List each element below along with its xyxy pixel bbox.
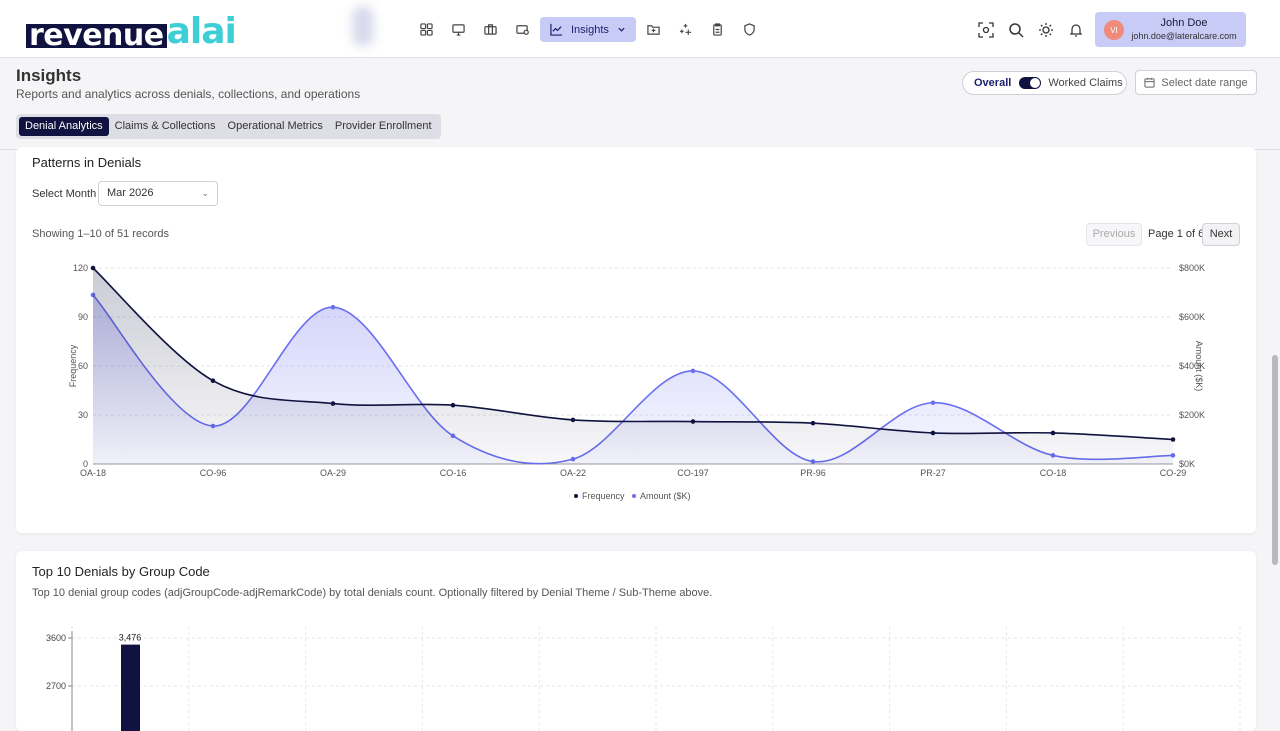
page-title: Insights bbox=[16, 66, 82, 85]
toggle-label-overall: Overall bbox=[974, 77, 1012, 89]
y2-axis-label: Amount ($K) bbox=[1194, 341, 1204, 392]
toggle-label-worked: Worked Claims bbox=[1048, 77, 1123, 89]
y-tick-label: 3600 bbox=[46, 633, 66, 643]
top-denials-bar-chart: 2700 3600 3,476 bbox=[46, 626, 1241, 731]
search-icon[interactable] bbox=[1005, 17, 1027, 42]
y-axis-label: Frequency bbox=[68, 344, 78, 387]
page-scrollbar[interactable] bbox=[1272, 355, 1278, 565]
monitor-icon[interactable] bbox=[442, 17, 474, 42]
tab-claims-collections[interactable]: Claims & Collections bbox=[109, 117, 222, 136]
month-select[interactable]: Mar 2026 ⌄ bbox=[98, 181, 218, 206]
user-menu[interactable]: VI John Doe john.doe@lateralcare.com bbox=[1095, 12, 1246, 47]
tab-operational-metrics[interactable]: Operational Metrics bbox=[222, 117, 329, 136]
logo-text-revenue: revenue bbox=[26, 21, 167, 51]
x-tick-label: OA-18 bbox=[80, 468, 106, 478]
y-tick-label: 90 bbox=[78, 312, 88, 322]
scan-icon[interactable] bbox=[975, 17, 997, 42]
insights-tabs: Denial Analytics Claims & Collections Op… bbox=[16, 114, 441, 139]
blurred-element bbox=[352, 6, 374, 46]
denial-patterns-chart: 0306090120$0K$200K$400K$600K$800KFrequen… bbox=[68, 263, 1205, 501]
user-email: john.doe@lateralcare.com bbox=[1131, 31, 1237, 41]
x-tick-label: OA-29 bbox=[320, 468, 346, 478]
y-tick-label: 2700 bbox=[46, 681, 66, 691]
top-10-denials-card: Top 10 Denials by Group Code Top 10 deni… bbox=[16, 551, 1256, 731]
sparkles-icon[interactable] bbox=[670, 17, 702, 42]
revenue-alai-logo[interactable]: revenue alai bbox=[26, 10, 237, 52]
x-tick-label: CO-16 bbox=[440, 468, 467, 478]
line-chart-icon bbox=[550, 23, 563, 36]
previous-button[interactable]: Previous bbox=[1086, 223, 1142, 246]
main-nav: Insights bbox=[410, 17, 766, 42]
user-name: John Doe bbox=[1160, 17, 1208, 29]
shield-icon[interactable] bbox=[734, 17, 766, 42]
page-info: Page 1 of 6 bbox=[1148, 228, 1205, 240]
toggle-switch[interactable] bbox=[1019, 77, 1042, 89]
x-tick-label: CO-29 bbox=[1160, 468, 1187, 478]
tab-provider-enrollment[interactable]: Provider Enrollment bbox=[329, 117, 438, 136]
dashboard-grid-icon[interactable] bbox=[410, 17, 442, 42]
top-navigation-bar: revenue alai Insights VI John Doe john.d… bbox=[0, 0, 1280, 58]
data-point bbox=[930, 400, 936, 406]
bell-icon[interactable] bbox=[1065, 17, 1087, 42]
overall-worked-toggle[interactable]: Overall Worked Claims bbox=[962, 71, 1127, 95]
x-tick-label: CO-197 bbox=[677, 468, 709, 478]
page-subtitle: Reports and analytics across denials, co… bbox=[16, 87, 361, 101]
next-button[interactable]: Next bbox=[1202, 223, 1240, 246]
x-tick-label: CO-18 bbox=[1040, 468, 1067, 478]
y2-tick-label: $800K bbox=[1179, 263, 1205, 273]
data-point bbox=[930, 430, 936, 436]
calendar-icon bbox=[1144, 77, 1155, 88]
data-point bbox=[690, 368, 696, 374]
folder-icon[interactable] bbox=[638, 17, 670, 42]
legend-label: Frequency bbox=[582, 491, 625, 501]
x-tick-label: PR-27 bbox=[920, 468, 946, 478]
bar-data-label: 3,476 bbox=[119, 633, 142, 643]
clipboard-icon[interactable] bbox=[702, 17, 734, 42]
data-point bbox=[90, 265, 96, 271]
ticket-icon[interactable] bbox=[506, 17, 538, 42]
briefcase-icon[interactable] bbox=[474, 17, 506, 42]
y2-tick-label: $600K bbox=[1179, 312, 1205, 322]
y-tick-label: 120 bbox=[73, 263, 88, 273]
page-header: Insights Reports and analytics across de… bbox=[0, 58, 1280, 150]
avatar: VI bbox=[1104, 20, 1124, 40]
data-point bbox=[810, 420, 816, 426]
data-point bbox=[690, 419, 696, 424]
data-point bbox=[1170, 437, 1176, 442]
y2-tick-label: $200K bbox=[1179, 410, 1205, 420]
legend-label: Amount ($K) bbox=[640, 491, 691, 501]
tab-denial-analytics[interactable]: Denial Analytics bbox=[19, 117, 109, 136]
x-tick-label: PR-96 bbox=[800, 468, 826, 478]
data-point bbox=[570, 417, 576, 423]
data-point bbox=[330, 304, 336, 310]
bar bbox=[121, 644, 140, 731]
date-range-button[interactable]: Select date range bbox=[1135, 70, 1257, 95]
records-count: Showing 1–10 of 51 records bbox=[32, 228, 169, 240]
y-tick-label: 30 bbox=[78, 410, 88, 420]
data-point bbox=[450, 402, 456, 408]
x-tick-label: CO-96 bbox=[200, 468, 227, 478]
x-tick-label: OA-22 bbox=[560, 468, 586, 478]
header-actions bbox=[975, 17, 1087, 42]
y-tick-label: 60 bbox=[78, 361, 88, 371]
logo-text-alai: alai bbox=[166, 11, 237, 52]
card-description: Top 10 denial group codes (adjGroupCode-… bbox=[32, 587, 713, 599]
nav-insights-label: Insights bbox=[571, 23, 609, 36]
data-point bbox=[1050, 430, 1056, 436]
data-point bbox=[210, 378, 216, 383]
nav-insights[interactable]: Insights bbox=[540, 17, 636, 42]
card-title: Patterns in Denials bbox=[32, 155, 142, 170]
sun-icon[interactable] bbox=[1035, 17, 1057, 42]
patterns-in-denials-card: Patterns in Denials Select Month Mar 202… bbox=[16, 147, 1256, 533]
legend-marker bbox=[574, 494, 578, 498]
month-select-value: Mar 2026 bbox=[107, 187, 154, 199]
legend-marker bbox=[632, 494, 636, 498]
chevron-down-icon bbox=[618, 27, 625, 32]
data-point bbox=[330, 401, 336, 406]
select-month-label: Select Month bbox=[32, 188, 97, 200]
card-title: Top 10 Denials by Group Code bbox=[32, 564, 210, 579]
date-range-label: Select date range bbox=[1161, 76, 1248, 89]
chevron-down-icon: ⌄ bbox=[201, 188, 209, 198]
